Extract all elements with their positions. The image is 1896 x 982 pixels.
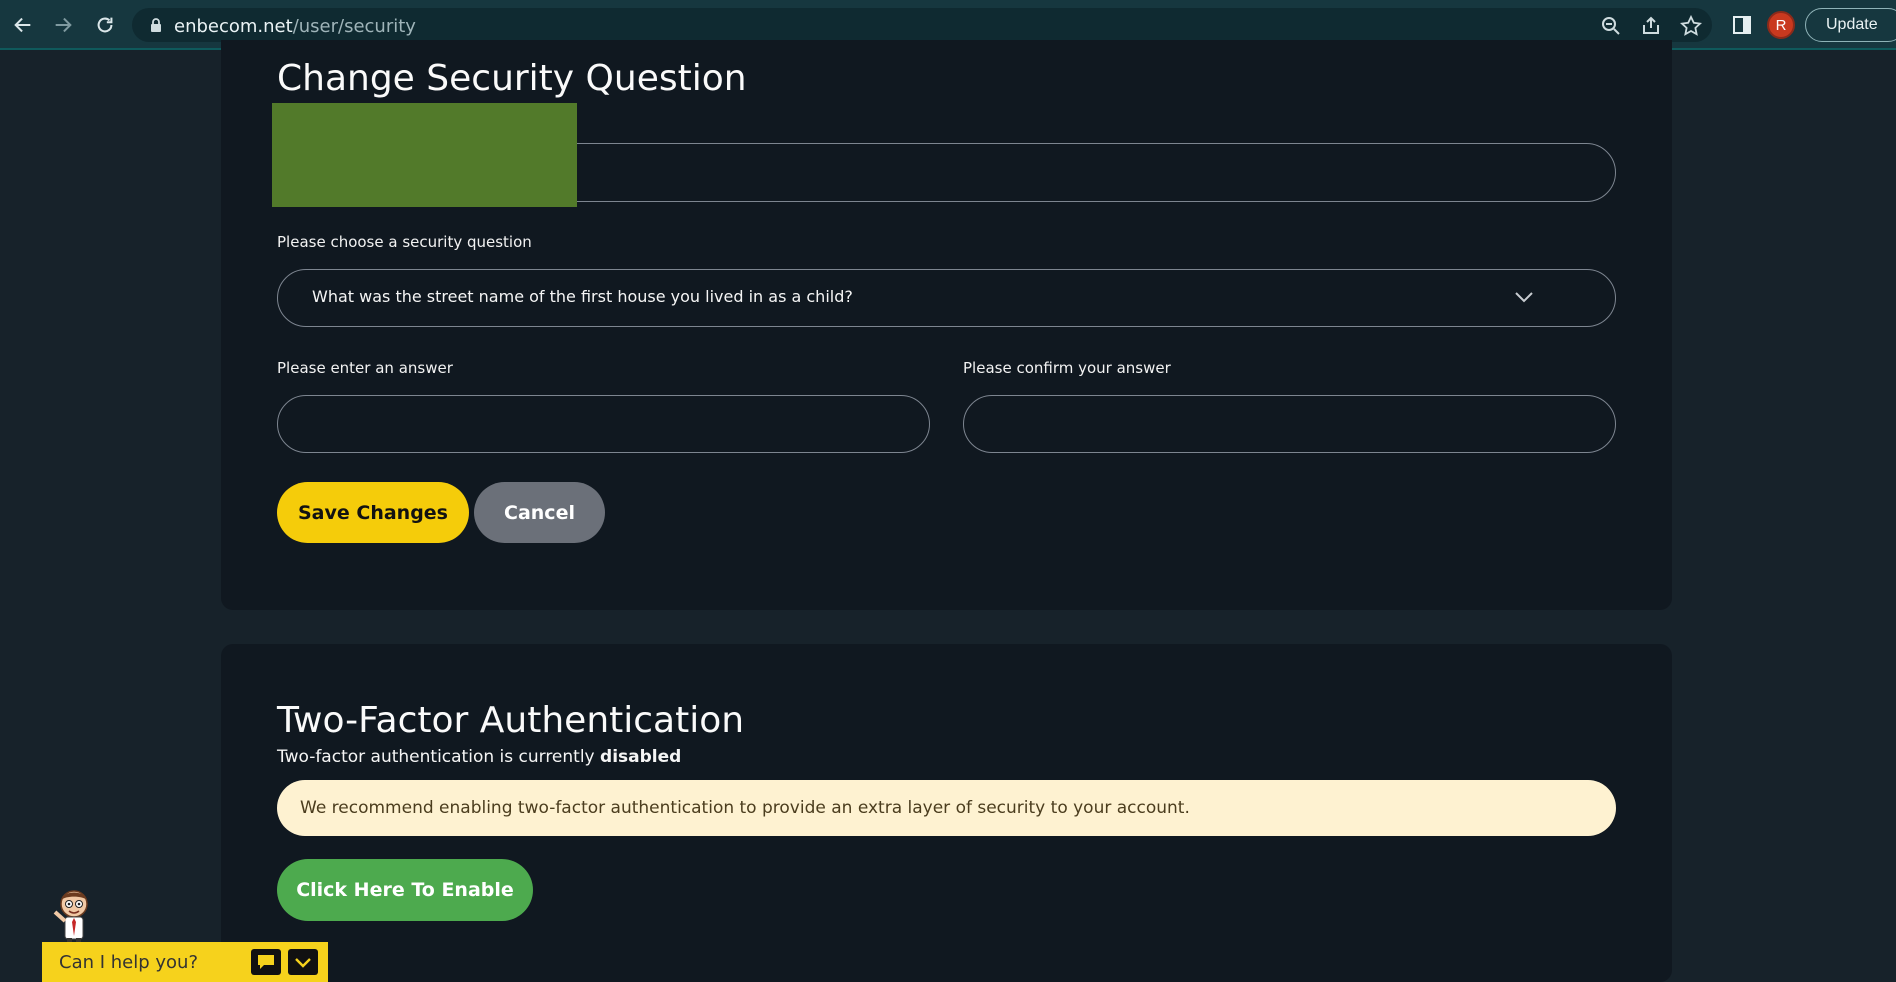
enable-two-factor-button[interactable]: Click Here To Enable <box>277 859 533 921</box>
avatar[interactable]: R <box>1767 11 1795 39</box>
two-factor-title: Two-Factor Authentication <box>277 700 745 741</box>
bookmark-star-icon[interactable] <box>1680 15 1702 37</box>
selected-question: What was the street name of the first ho… <box>312 287 853 306</box>
chevron-down-icon <box>1515 292 1533 303</box>
answer-label: Please enter an answer <box>277 359 453 377</box>
update-button[interactable]: Update <box>1805 8 1896 42</box>
chat-message-icon[interactable] <box>251 949 281 975</box>
chat-prompt: Can I help you? <box>59 952 199 973</box>
recommendation-alert: We recommend enabling two-factor authent… <box>277 780 1616 836</box>
url-text: enbecom.net/user/security <box>174 16 416 37</box>
reload-icon[interactable] <box>92 12 118 38</box>
save-changes-button[interactable]: Save Changes <box>277 482 469 543</box>
confirm-answer-input[interactable] <box>963 395 1616 453</box>
confirm-answer-label: Please confirm your answer <box>963 359 1171 377</box>
address-bar[interactable]: enbecom.net/user/security <box>132 8 1712 42</box>
question-label: Please choose a security question <box>277 233 532 251</box>
chevron-down-icon[interactable] <box>288 949 318 975</box>
security-question-select[interactable]: What was the street name of the first ho… <box>277 269 1616 327</box>
two-factor-status: Two-factor authentication is currently d… <box>277 747 681 767</box>
zoom-icon[interactable] <box>1600 15 1622 37</box>
share-icon[interactable] <box>1640 15 1662 37</box>
security-question-title: Change Security Question <box>277 58 747 99</box>
redaction-block <box>272 103 577 207</box>
mascot-icon[interactable] <box>50 888 96 950</box>
status-prefix: Two-factor authentication is currently <box>277 747 601 767</box>
answer-input[interactable] <box>277 395 930 453</box>
forward-icon[interactable] <box>50 12 76 38</box>
chat-widget[interactable]: Can I help you? <box>42 942 328 982</box>
status-value: disabled <box>600 747 682 767</box>
lock-icon <box>151 18 161 32</box>
cancel-button[interactable]: Cancel <box>474 482 605 543</box>
sidepanel-icon[interactable] <box>1729 12 1755 38</box>
back-icon[interactable] <box>10 12 36 38</box>
